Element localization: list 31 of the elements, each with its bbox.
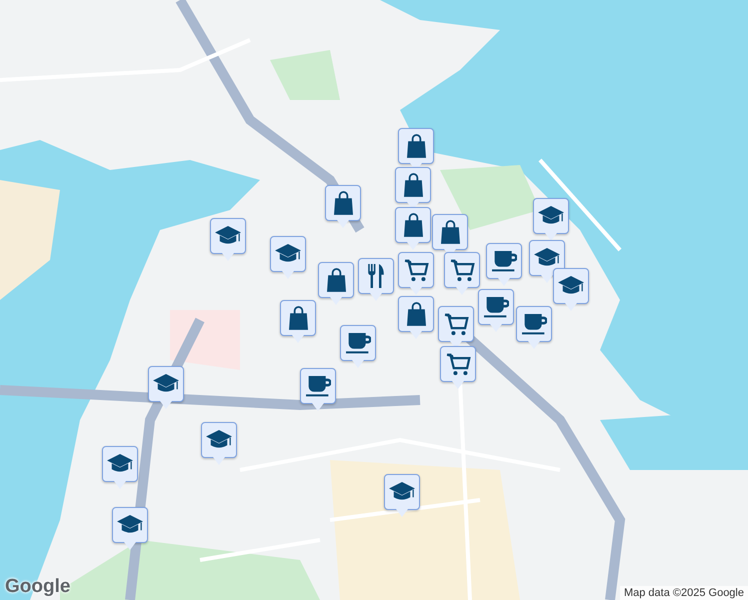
graduation-cap-icon — [538, 206, 564, 226]
shopping-cart-icon — [444, 312, 468, 336]
graduation-cap-icon — [558, 276, 584, 296]
coffee-cup-icon — [346, 332, 370, 354]
coffee-cup-icon — [306, 376, 330, 396]
shopping-bag-icon — [404, 213, 422, 237]
shopping-bag-icon — [406, 134, 426, 158]
shopping-bag-icon — [288, 306, 308, 330]
map-attribution: Map data ©2025 Google — [620, 586, 748, 600]
google-logo: Google — [5, 576, 70, 598]
shopping-bag-icon — [404, 173, 422, 197]
graduation-cap-icon — [153, 374, 179, 394]
coffee-cup-icon — [522, 314, 546, 334]
shopping-cart-icon — [450, 258, 474, 282]
coffee-cup-icon — [492, 250, 516, 272]
graduation-cap-icon — [534, 248, 560, 268]
map-view[interactable]: Google Map data ©2025 Google — [0, 0, 748, 600]
graduation-cap-icon — [206, 430, 232, 450]
graduation-cap-icon — [107, 454, 133, 474]
shopping-bag-icon — [334, 191, 352, 215]
graduation-cap-icon — [117, 515, 143, 535]
graduation-cap-icon — [215, 226, 241, 246]
coffee-cup-icon — [484, 296, 508, 318]
shopping-cart-icon — [446, 352, 470, 376]
graduation-cap-icon — [389, 482, 415, 502]
shopping-bag-icon — [440, 220, 460, 244]
shopping-bag-icon — [406, 302, 426, 326]
fork-knife-icon — [368, 264, 384, 288]
shopping-bag-icon — [326, 268, 346, 292]
shopping-cart-icon — [404, 258, 428, 282]
graduation-cap-icon — [275, 244, 301, 264]
